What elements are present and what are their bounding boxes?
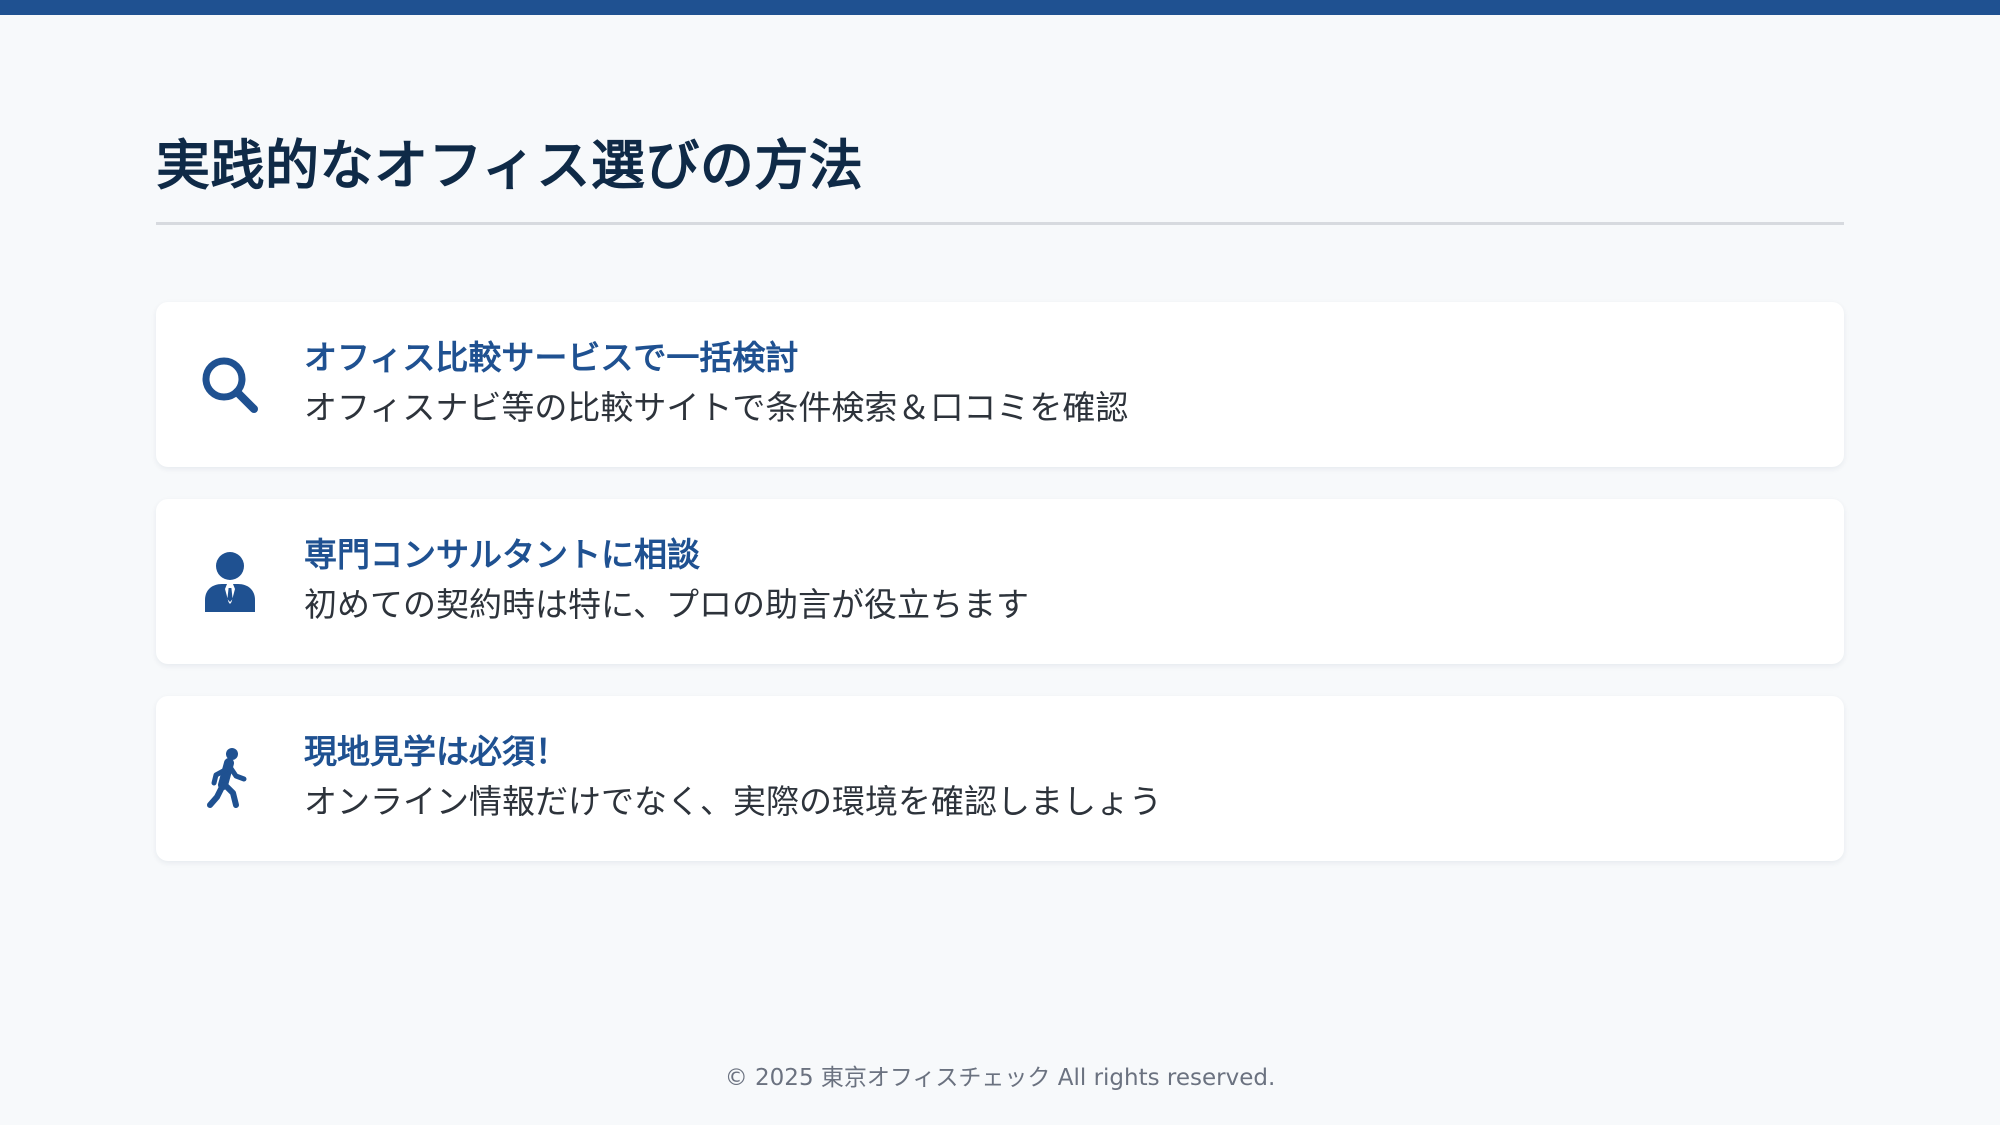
card-description: オンライン情報だけでなく、実際の環境を確認しましょう [304,782,1162,821]
card-heading: 専門コンサルタントに相談 [304,535,700,574]
card-description: オフィスナビ等の比較サイトで条件検索＆口コミを確認 [304,388,1129,427]
search-icon [194,349,266,421]
method-card-list: オフィス比較サービスで一括検討 オフィスナビ等の比較サイトで条件検索＆口コミを確… [156,302,1844,893]
card-heading: 現地見学は必須！ [304,732,568,771]
page-title: 実践的なオフィス選びの方法 [156,134,864,197]
title-divider [156,222,1844,225]
consultant-icon [194,546,266,618]
method-card-comparison: オフィス比較サービスで一括検討 オフィスナビ等の比較サイトで条件検索＆口コミを確… [156,302,1844,467]
method-card-site-visit: 現地見学は必須！ オンライン情報だけでなく、実際の環境を確認しましょう [156,696,1844,861]
walking-person-icon [194,743,266,815]
card-heading: オフィス比較サービスで一括検討 [304,338,799,377]
card-description: 初めての契約時は特に、プロの助言が役立ちます [304,585,1030,624]
method-card-consultant: 専門コンサルタントに相談 初めての契約時は特に、プロの助言が役立ちます [156,499,1844,664]
top-accent-bar [0,0,2000,15]
footer-copyright: © 2025 東京オフィスチェック All rights reserved. [724,1065,1276,1091]
